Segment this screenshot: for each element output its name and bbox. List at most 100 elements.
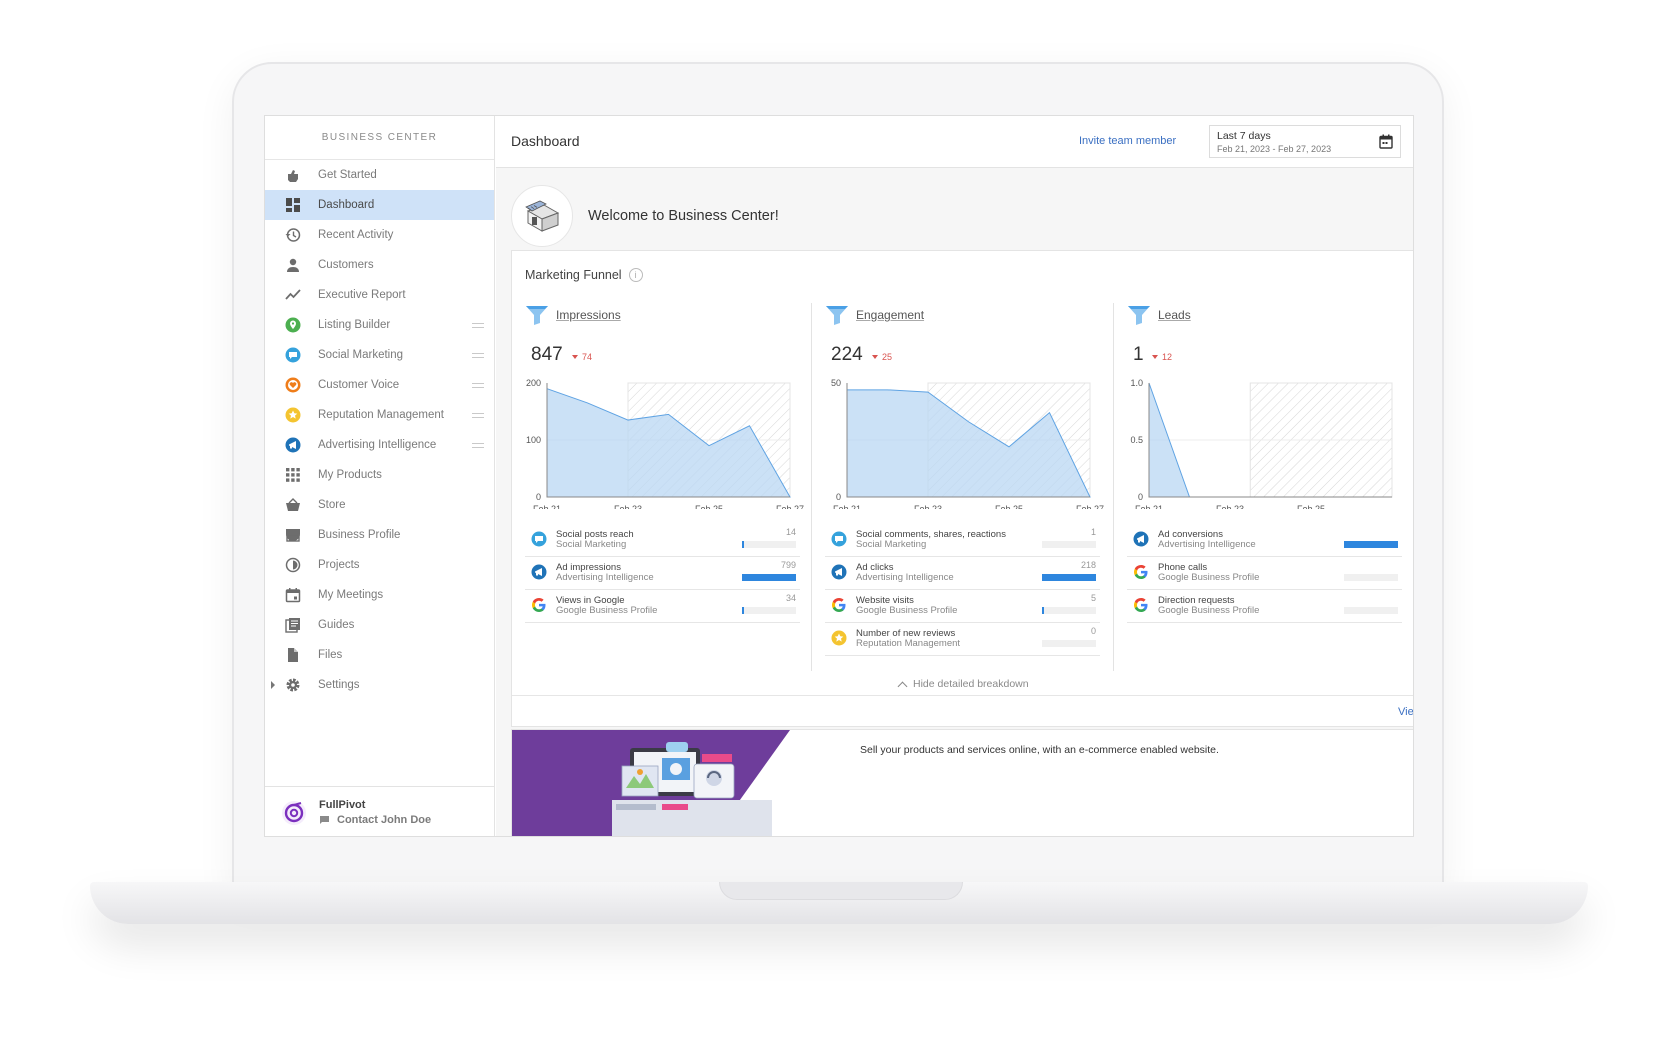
metric-source: Social Marketing	[856, 539, 927, 550]
metric-row[interactable]: Direction requests Google Business Profi…	[1127, 590, 1402, 623]
metric-row[interactable]: Social comments, shares, reactions Socia…	[825, 524, 1100, 557]
trend-icon	[285, 287, 301, 303]
metric-bar-track	[742, 574, 796, 581]
metric-row[interactable]: Website visits Google Business Profile 5	[825, 590, 1100, 623]
invite-team-member-link[interactable]: Invite team member	[1079, 135, 1176, 147]
sidebar-footer[interactable]: FullPivot Contact John Doe	[265, 786, 495, 836]
y-tick-label: 0	[536, 492, 541, 502]
contact-label: Contact John Doe	[337, 814, 432, 826]
chat-icon	[531, 531, 547, 552]
sidebar-item-projects[interactable]: Projects	[265, 550, 494, 580]
metric-row[interactable]: Number of new reviews Reputation Managem…	[825, 623, 1100, 656]
star-icon	[285, 407, 301, 423]
hide-breakdown-button[interactable]: Hide detailed breakdown	[897, 678, 1029, 691]
store-promo-card[interactable]: Sell your products and services online, …	[511, 729, 1413, 836]
x-tick-label: Feb 25	[1297, 504, 1325, 509]
heart-icon	[285, 377, 301, 393]
funnel-chart-leads: 1.0 0.5 0 Feb 21 Feb 23 Feb 25	[1130, 378, 1393, 509]
y-tick-label: 50	[831, 378, 841, 388]
sidebar-item-label: Projects	[318, 559, 360, 571]
google-icon	[1133, 564, 1149, 585]
sidebar-nav: Get Started Dashboard Recent Activity Custo…	[265, 160, 494, 700]
drag-handle-icon[interactable]	[472, 323, 484, 328]
metric-row[interactable]: Views in Google Google Business Profile …	[525, 590, 800, 623]
x-tick-label: Feb 27	[776, 504, 804, 509]
info-icon[interactable]: i	[628, 268, 643, 282]
drag-handle-icon[interactable]	[472, 413, 484, 418]
megaphone-icon	[531, 564, 547, 585]
drag-handle-icon[interactable]	[472, 443, 484, 448]
metric-row[interactable]: Ad conversions Advertising Intelligence	[1127, 524, 1402, 557]
megaphone-icon	[285, 437, 301, 453]
funnel-column-impressions: Impressions 847 74 200 100 0 Feb 21 Feb 23 Fe…	[512, 299, 812, 669]
page-title: Dashboard	[511, 133, 580, 149]
funnel-icon	[526, 306, 548, 325]
storefront-illustration-icon	[525, 200, 560, 232]
sidebar-item-label: Executive Report	[318, 289, 406, 301]
sidebar-item-customers[interactable]: Customers	[265, 250, 494, 280]
megaphone-icon	[1133, 531, 1149, 552]
book-icon	[285, 617, 301, 633]
sidebar-item-my-products[interactable]: My Products	[265, 460, 494, 490]
date-range-picker[interactable]: Last 7 days Feb 21, 2023 - Feb 27, 2023	[1209, 125, 1401, 158]
x-tick-label: Feb 23	[914, 504, 942, 509]
metric-bar-track	[742, 541, 796, 548]
pin-icon	[285, 317, 301, 333]
expand-caret-icon[interactable]	[271, 681, 275, 689]
sidebar-item-reputation-management[interactable]: Reputation Management	[265, 400, 494, 430]
sidebar-item-executive-report[interactable]: Executive Report	[265, 280, 494, 310]
brand-title: BUSINESS CENTER	[265, 116, 494, 160]
storefront-icon	[285, 527, 301, 543]
sidebar-item-business-profile[interactable]: Business Profile	[265, 520, 494, 550]
sidebar-item-advertising-intelligence[interactable]: Advertising Intelligence	[265, 430, 494, 460]
y-tick-label: 0	[1138, 492, 1143, 502]
sidebar-item-listing-builder[interactable]: Listing Builder	[265, 310, 494, 340]
sidebar-item-dashboard[interactable]: Dashboard	[265, 190, 494, 220]
funnel-title-text: Marketing Funnel	[525, 268, 622, 282]
metric-row[interactable]: Ad impressions Advertising Intelligence …	[525, 557, 800, 590]
sidebar-item-store[interactable]: Store	[265, 490, 494, 520]
metric-row[interactable]: Phone calls Google Business Profile	[1127, 557, 1402, 590]
sidebar-item-settings[interactable]: Settings	[265, 670, 494, 700]
view-link[interactable]: View	[1398, 706, 1413, 718]
metric-source: Google Business Profile	[556, 605, 658, 616]
funnel-delta-value: 25	[882, 352, 893, 362]
drag-handle-icon[interactable]	[472, 383, 484, 388]
contact-link[interactable]: Contact John Doe	[319, 814, 431, 826]
metric-value: 1	[1090, 527, 1096, 537]
sidebar-item-files[interactable]: Files	[265, 640, 494, 670]
metric-row[interactable]: Ad clicks Advertising Intelligence 218	[825, 557, 1100, 590]
chat-icon	[285, 347, 301, 363]
funnel-column-header[interactable]: Engagement	[825, 305, 924, 325]
funnel-column-title: Impressions	[556, 308, 621, 322]
top-bar: Dashboard Invite team member Last 7 days…	[496, 116, 1413, 168]
sidebar-item-customer-voice[interactable]: Customer Voice	[265, 370, 494, 400]
funnel-column-header[interactable]: Leads	[1127, 305, 1191, 325]
sidebar-item-social-marketing[interactable]: Social Marketing	[265, 340, 494, 370]
metric-row[interactable]: Social posts reach Social Marketing 14	[525, 524, 800, 557]
sidebar-item-label: Files	[318, 649, 343, 661]
sidebar-item-label: Store	[318, 499, 346, 511]
x-tick-label: Feb 21	[1135, 504, 1163, 509]
hide-breakdown-label: Hide detailed breakdown	[913, 678, 1029, 690]
funnel-column-header[interactable]: Impressions	[525, 305, 621, 325]
funnel-column-leads: Leads 1 12 1.0 0.5 0 Feb 21 Feb 23 Feb 25 Ad …	[1114, 299, 1413, 669]
sidebar-item-get-started[interactable]: Get Started	[265, 160, 494, 190]
y-tick-label: 200	[526, 378, 541, 388]
gear-icon	[285, 677, 301, 693]
funnel-card-footer: View	[512, 695, 1413, 728]
google-icon	[1133, 597, 1149, 618]
metric-source: Advertising Intelligence	[856, 572, 954, 583]
sidebar-item-recent-activity[interactable]: Recent Activity	[265, 220, 494, 250]
sidebar-item-label: Social Marketing	[318, 349, 404, 361]
chevron-up-icon	[897, 681, 908, 691]
metric-value: 34	[785, 593, 796, 603]
funnel-column-title: Leads	[1158, 308, 1191, 322]
sidebar-item-guides[interactable]: Guides	[265, 610, 494, 640]
metric-bar-track	[742, 607, 796, 614]
drag-handle-icon[interactable]	[472, 353, 484, 358]
hand-icon	[285, 167, 301, 183]
sidebar-item-my-meetings[interactable]: My Meetings	[265, 580, 494, 610]
metric-value: 218	[1080, 560, 1096, 570]
app-screen: BUSINESS CENTER Get Started Dashboard Rece…	[264, 115, 1414, 837]
